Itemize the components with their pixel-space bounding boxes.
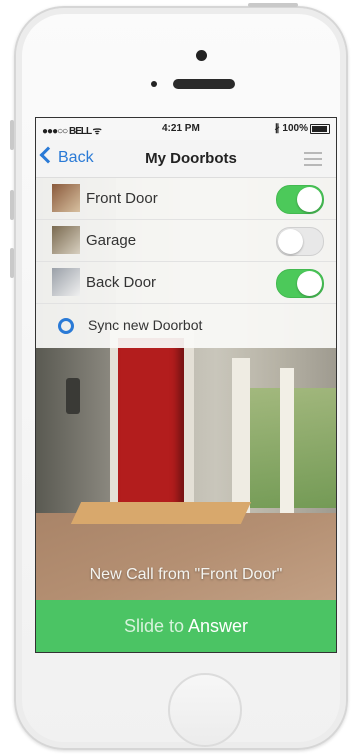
earpiece-speaker [173,79,235,89]
back-label: Back [58,149,94,166]
proximity-sensor [151,81,157,87]
back-door-thumbnail [52,268,80,296]
slide-prefix: Slide to [123,616,184,636]
incoming-call-message: New Call from "Front Door" [89,566,283,583]
menu-icon[interactable] [304,152,322,166]
status-bar: ●●●○○ BELL ᯤ 4:21 PM ∦ 100% [36,118,336,140]
doorbot-name: Back Door [86,274,157,291]
app-screen: ●●●○○ BELL ᯤ 4:21 PM ∦ 100% Back My Door… [35,117,337,653]
slide-to-answer-bar[interactable]: Slide to Answer [36,600,336,652]
battery-text: ∦ 100% [274,123,308,134]
page-title: My Doorbots [145,150,237,167]
sync-icon [58,318,74,334]
garage-toggle[interactable] [276,227,324,256]
answer-label: Answer [188,616,249,636]
toggle-knob [278,229,303,254]
volume-up-button [10,190,14,220]
photo-red-door [118,338,184,528]
sync-label: Sync new Doorbot [88,317,203,333]
garage-thumbnail [52,226,80,254]
home-button[interactable] [168,673,242,747]
photo-door-step [70,502,252,524]
carrier-signal: ●●●○○ BELL ᯤ [42,126,102,137]
toggle-knob [297,271,322,296]
volume-down-button [10,248,14,278]
mute-switch [10,120,14,150]
sync-new-doorbot-row[interactable]: Sync new Doorbot [36,304,336,348]
status-time: 4:21 PM [162,123,200,134]
toggle-knob [297,187,322,212]
front-door-thumbnail [52,184,80,212]
battery-icon [310,124,330,134]
power-button [248,3,298,7]
doorbot-row-back-door[interactable]: Back Door [36,262,336,304]
doorbot-name: Front Door [86,190,158,207]
navigation-bar: Back My Doorbots [36,140,336,178]
doorbot-name: Garage [86,232,137,249]
doorbot-row-front-door[interactable]: Front Door [36,178,336,220]
chevron-left-icon [39,146,57,164]
front-door-toggle[interactable] [276,185,324,214]
front-camera [196,50,207,61]
back-button[interactable]: Back [39,146,94,167]
back-door-toggle[interactable] [276,269,324,298]
doorbot-row-garage[interactable]: Garage [36,220,336,262]
photo-wall-lamp [66,378,80,414]
photo-porch-pillar [280,368,294,528]
doorbot-list: Front Door Garage Back Door Sync new Doo… [36,178,336,348]
